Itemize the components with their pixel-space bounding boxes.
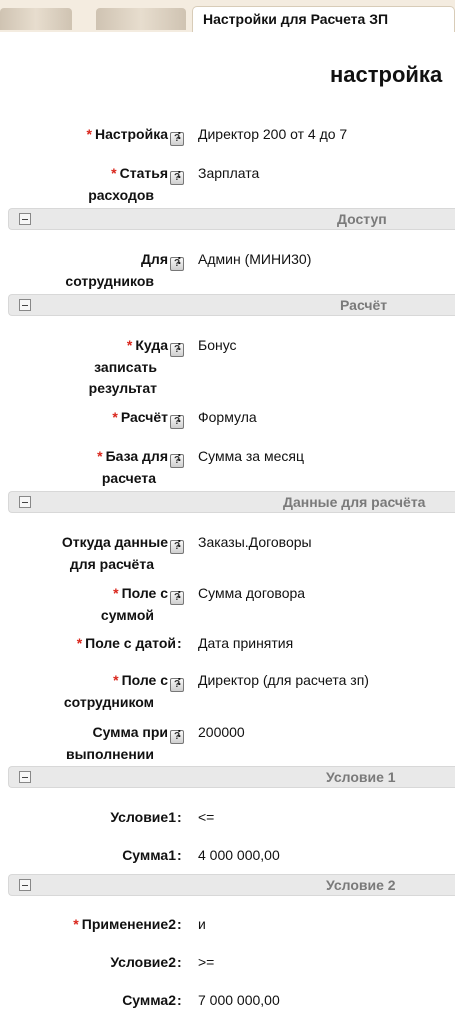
required-mark: * [76, 635, 83, 651]
required-mark: * [86, 126, 92, 142]
label-empfield-2: сотрудником [63, 694, 154, 710]
label-expense: Статья [119, 165, 168, 181]
colon: : [177, 409, 182, 425]
value-employees[interactable]: Админ (МИНИ30) [198, 249, 311, 269]
tab-bar: Настройки для Расчета ЗП [0, 0, 455, 32]
required-mark: * [113, 672, 119, 688]
collapse-icon[interactable] [19, 496, 31, 508]
value-base[interactable]: Сумма за месяц [198, 446, 304, 466]
value-datefield[interactable]: Дата принятия [198, 633, 293, 653]
label-setting: Настройка [94, 126, 168, 142]
tab-blurred-1[interactable] [0, 8, 72, 30]
tab-label: Настройки для Расчета ЗП [203, 11, 389, 27]
required-mark: * [126, 337, 133, 353]
label-sum1: Сумма1 [122, 847, 176, 863]
value-apply2[interactable]: и [198, 914, 206, 934]
label-target-2: записать [94, 359, 157, 375]
colon: : [177, 916, 182, 932]
colon: : [177, 337, 182, 353]
label-sumfield: Поле с [121, 585, 168, 601]
label-sumdone: Сумма при [92, 724, 168, 740]
required-mark: * [113, 585, 119, 601]
required-mark: * [112, 409, 118, 425]
section-calculation[interactable]: Расчёт [8, 294, 455, 316]
section-access[interactable]: Доступ [8, 208, 455, 230]
label-sumfield-2: суммой [100, 607, 154, 623]
label-condition2: Условие2 [110, 954, 176, 970]
section-title: Доступ [337, 211, 387, 227]
colon: : [177, 809, 182, 825]
colon: : [177, 672, 182, 688]
label-source: Откуда данные [61, 534, 168, 550]
value-source[interactable]: Заказы.Договоры [198, 532, 312, 552]
label-base: База для [105, 448, 168, 464]
section-title: Условие 2 [326, 877, 396, 893]
colon: : [177, 165, 182, 181]
section-data[interactable]: Данные для расчёта [8, 491, 455, 513]
colon: : [177, 992, 182, 1008]
colon: : [177, 954, 182, 970]
label-condition1: Условие1 [110, 809, 176, 825]
required-mark: * [73, 916, 79, 932]
collapse-icon[interactable] [19, 299, 31, 311]
label-target: Куда [135, 337, 168, 353]
value-sum2[interactable]: 7 000 000,00 [198, 990, 280, 1010]
value-empfield[interactable]: Директор (для расчета зп) [198, 670, 369, 690]
value-condition1[interactable]: <= [198, 807, 214, 827]
label-target-3: результат [88, 380, 157, 396]
colon: : [177, 724, 182, 740]
label-calc: Расчёт [120, 409, 168, 425]
label-empfield: Поле с [121, 672, 168, 688]
tab-salary-settings[interactable]: Настройки для Расчета ЗП [192, 6, 455, 32]
label-apply2: Применение2 [81, 916, 176, 932]
value-sumdone[interactable]: 200000 [198, 722, 245, 742]
colon: : [177, 847, 182, 863]
section-title: Условие 1 [326, 769, 396, 785]
label-base-2: расчета [101, 470, 156, 486]
colon: : [177, 251, 182, 267]
value-sum1[interactable]: 4 000 000,00 [198, 845, 280, 865]
colon: : [177, 448, 182, 464]
value-setting[interactable]: Директор 200 от 4 до 7 [198, 124, 347, 144]
value-calc[interactable]: Формула [198, 407, 257, 427]
label-employees-2: сотрудников [65, 273, 154, 289]
page-title: настройка [330, 62, 443, 87]
colon: : [177, 635, 182, 651]
value-target[interactable]: Бонус [198, 335, 237, 355]
label-datefield: Поле с датой [85, 635, 176, 651]
value-condition2[interactable]: >= [198, 952, 214, 972]
value-sumfield[interactable]: Сумма договора [198, 583, 305, 603]
section-title: Расчёт [340, 297, 388, 313]
tab-blurred-2[interactable] [96, 8, 186, 30]
required-mark: * [97, 448, 103, 464]
required-mark: * [111, 165, 117, 181]
label-expense-2: расходов [88, 187, 154, 203]
label-sum2: Сумма2 [122, 992, 176, 1008]
colon: : [177, 585, 182, 601]
collapse-icon[interactable] [19, 213, 31, 225]
section-title: Данные для расчёта [283, 494, 426, 510]
label-employees: Для [140, 251, 168, 267]
label-source-2: для расчёта [69, 556, 154, 572]
collapse-icon[interactable] [19, 879, 31, 891]
colon: : [177, 534, 182, 550]
value-expense[interactable]: Зарплата [198, 163, 259, 183]
section-condition-1[interactable]: Условие 1 [8, 766, 455, 788]
section-condition-2[interactable]: Условие 2 [8, 874, 455, 896]
label-sumdone-2: выполнении [65, 746, 154, 762]
collapse-icon[interactable] [19, 771, 31, 783]
colon: : [177, 126, 182, 142]
